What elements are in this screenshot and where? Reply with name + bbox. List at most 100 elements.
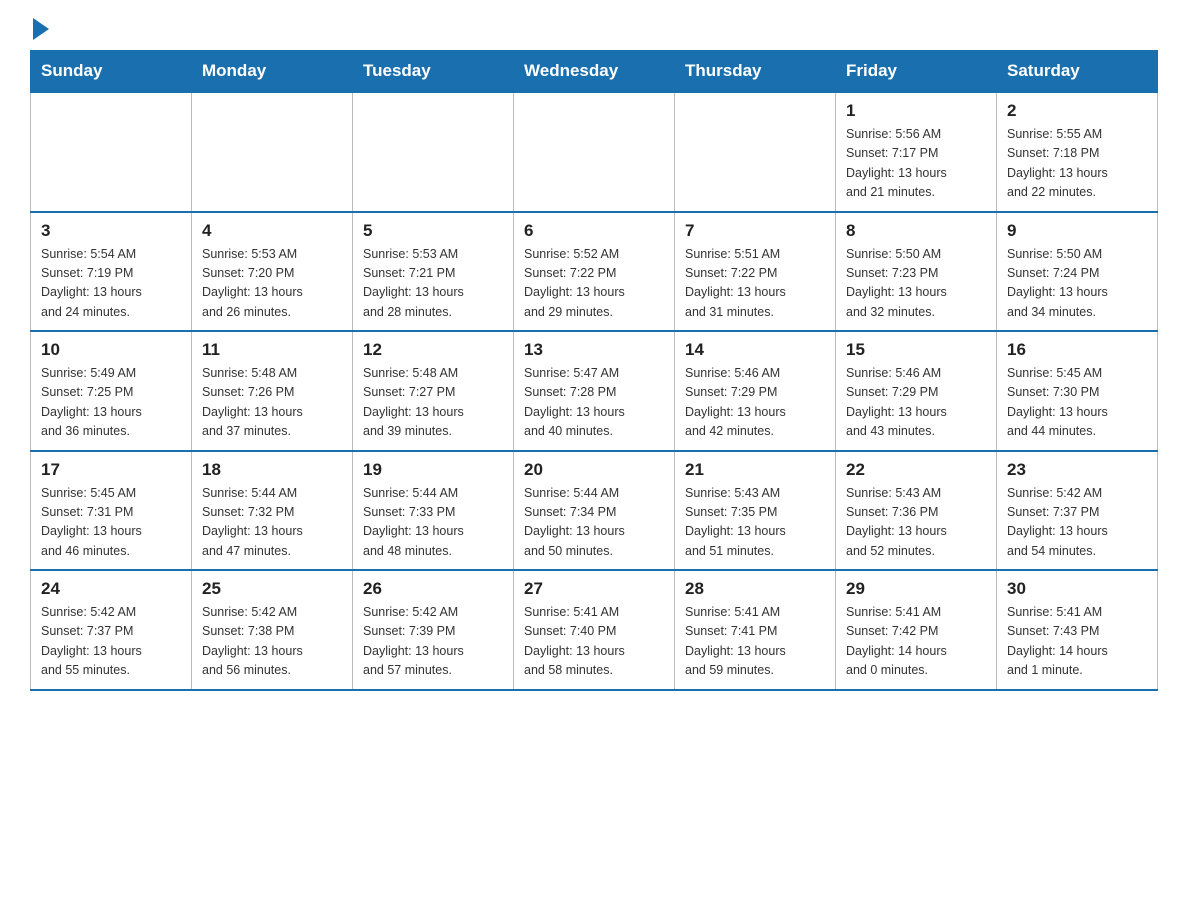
day-number: 3 bbox=[41, 221, 181, 241]
day-info: Sunrise: 5:42 AM Sunset: 7:37 PM Dayligh… bbox=[41, 603, 181, 681]
day-info: Sunrise: 5:44 AM Sunset: 7:33 PM Dayligh… bbox=[363, 484, 503, 562]
calendar-cell: 24 Sunrise: 5:42 AM Sunset: 7:37 PM Dayli… bbox=[31, 570, 192, 690]
calendar-cell bbox=[675, 92, 836, 212]
day-info: Sunrise: 5:47 AM Sunset: 7:28 PM Dayligh… bbox=[524, 364, 664, 442]
calendar-cell bbox=[192, 92, 353, 212]
day-number: 2 bbox=[1007, 101, 1147, 121]
calendar-cell: 8 Sunrise: 5:50 AM Sunset: 7:23 PM Daylig… bbox=[836, 212, 997, 332]
day-info: Sunrise: 5:50 AM Sunset: 7:23 PM Dayligh… bbox=[846, 245, 986, 323]
day-info: Sunrise: 5:43 AM Sunset: 7:35 PM Dayligh… bbox=[685, 484, 825, 562]
day-info: Sunrise: 5:53 AM Sunset: 7:20 PM Dayligh… bbox=[202, 245, 342, 323]
day-info: Sunrise: 5:51 AM Sunset: 7:22 PM Dayligh… bbox=[685, 245, 825, 323]
day-number: 4 bbox=[202, 221, 342, 241]
calendar-cell: 12 Sunrise: 5:48 AM Sunset: 7:27 PM Dayli… bbox=[353, 331, 514, 451]
day-number: 29 bbox=[846, 579, 986, 599]
calendar-cell: 5 Sunrise: 5:53 AM Sunset: 7:21 PM Daylig… bbox=[353, 212, 514, 332]
day-number: 13 bbox=[524, 340, 664, 360]
calendar-cell: 30 Sunrise: 5:41 AM Sunset: 7:43 PM Dayli… bbox=[997, 570, 1158, 690]
day-info: Sunrise: 5:49 AM Sunset: 7:25 PM Dayligh… bbox=[41, 364, 181, 442]
day-number: 30 bbox=[1007, 579, 1147, 599]
day-number: 27 bbox=[524, 579, 664, 599]
calendar-table: SundayMondayTuesdayWednesdayThursdayFrid… bbox=[30, 50, 1158, 691]
day-number: 28 bbox=[685, 579, 825, 599]
day-number: 22 bbox=[846, 460, 986, 480]
day-number: 5 bbox=[363, 221, 503, 241]
day-info: Sunrise: 5:42 AM Sunset: 7:39 PM Dayligh… bbox=[363, 603, 503, 681]
calendar-cell: 15 Sunrise: 5:46 AM Sunset: 7:29 PM Dayli… bbox=[836, 331, 997, 451]
day-number: 8 bbox=[846, 221, 986, 241]
calendar-cell: 26Sunrise: 5:42 AM Sunset: 7:39 PM Dayli… bbox=[353, 570, 514, 690]
day-number: 7 bbox=[685, 221, 825, 241]
day-number: 16 bbox=[1007, 340, 1147, 360]
calendar-cell: 7 Sunrise: 5:51 AM Sunset: 7:22 PM Daylig… bbox=[675, 212, 836, 332]
calendar-cell bbox=[514, 92, 675, 212]
calendar-cell: 6Sunrise: 5:52 AM Sunset: 7:22 PM Daylig… bbox=[514, 212, 675, 332]
day-info: Sunrise: 5:44 AM Sunset: 7:34 PM Dayligh… bbox=[524, 484, 664, 562]
calendar-cell: 11 Sunrise: 5:48 AM Sunset: 7:26 PM Dayli… bbox=[192, 331, 353, 451]
calendar-cell: 21Sunrise: 5:43 AM Sunset: 7:35 PM Dayli… bbox=[675, 451, 836, 571]
calendar-cell: 19 Sunrise: 5:44 AM Sunset: 7:33 PM Dayli… bbox=[353, 451, 514, 571]
day-info: Sunrise: 5:52 AM Sunset: 7:22 PM Dayligh… bbox=[524, 245, 664, 323]
day-info: Sunrise: 5:45 AM Sunset: 7:30 PM Dayligh… bbox=[1007, 364, 1147, 442]
logo bbox=[30, 20, 49, 40]
day-info: Sunrise: 5:44 AM Sunset: 7:32 PM Dayligh… bbox=[202, 484, 342, 562]
logo-arrow-icon bbox=[33, 18, 49, 40]
calendar-cell bbox=[353, 92, 514, 212]
weekday-header-friday: Friday bbox=[836, 51, 997, 93]
day-number: 20 bbox=[524, 460, 664, 480]
day-number: 1 bbox=[846, 101, 986, 121]
day-number: 12 bbox=[363, 340, 503, 360]
day-number: 23 bbox=[1007, 460, 1147, 480]
day-info: Sunrise: 5:41 AM Sunset: 7:43 PM Dayligh… bbox=[1007, 603, 1147, 681]
day-info: Sunrise: 5:55 AM Sunset: 7:18 PM Dayligh… bbox=[1007, 125, 1147, 203]
calendar-week-row: 3Sunrise: 5:54 AM Sunset: 7:19 PM Daylig… bbox=[31, 212, 1158, 332]
day-info: Sunrise: 5:45 AM Sunset: 7:31 PM Dayligh… bbox=[41, 484, 181, 562]
calendar-cell: 14 Sunrise: 5:46 AM Sunset: 7:29 PM Dayli… bbox=[675, 331, 836, 451]
calendar-cell: 3Sunrise: 5:54 AM Sunset: 7:19 PM Daylig… bbox=[31, 212, 192, 332]
day-info: Sunrise: 5:48 AM Sunset: 7:26 PM Dayligh… bbox=[202, 364, 342, 442]
day-info: Sunrise: 5:43 AM Sunset: 7:36 PM Dayligh… bbox=[846, 484, 986, 562]
page-header bbox=[30, 20, 1158, 40]
calendar-week-row: 1Sunrise: 5:56 AM Sunset: 7:17 PM Daylig… bbox=[31, 92, 1158, 212]
weekday-header-sunday: Sunday bbox=[31, 51, 192, 93]
day-info: Sunrise: 5:42 AM Sunset: 7:38 PM Dayligh… bbox=[202, 603, 342, 681]
day-number: 9 bbox=[1007, 221, 1147, 241]
day-number: 14 bbox=[685, 340, 825, 360]
calendar-cell: 18 Sunrise: 5:44 AM Sunset: 7:32 PM Dayli… bbox=[192, 451, 353, 571]
day-info: Sunrise: 5:50 AM Sunset: 7:24 PM Dayligh… bbox=[1007, 245, 1147, 323]
calendar-cell: 2 Sunrise: 5:55 AM Sunset: 7:18 PM Daylig… bbox=[997, 92, 1158, 212]
calendar-header: SundayMondayTuesdayWednesdayThursdayFrid… bbox=[31, 51, 1158, 93]
calendar-cell: 20 Sunrise: 5:44 AM Sunset: 7:34 PM Dayli… bbox=[514, 451, 675, 571]
day-info: Sunrise: 5:41 AM Sunset: 7:42 PM Dayligh… bbox=[846, 603, 986, 681]
calendar-cell: 25Sunrise: 5:42 AM Sunset: 7:38 PM Dayli… bbox=[192, 570, 353, 690]
weekday-header-thursday: Thursday bbox=[675, 51, 836, 93]
day-number: 24 bbox=[41, 579, 181, 599]
day-info: Sunrise: 5:48 AM Sunset: 7:27 PM Dayligh… bbox=[363, 364, 503, 442]
calendar-cell: 1Sunrise: 5:56 AM Sunset: 7:17 PM Daylig… bbox=[836, 92, 997, 212]
weekday-header-saturday: Saturday bbox=[997, 51, 1158, 93]
calendar-cell bbox=[31, 92, 192, 212]
day-info: Sunrise: 5:46 AM Sunset: 7:29 PM Dayligh… bbox=[685, 364, 825, 442]
calendar-cell: 16 Sunrise: 5:45 AM Sunset: 7:30 PM Dayli… bbox=[997, 331, 1158, 451]
weekday-header-tuesday: Tuesday bbox=[353, 51, 514, 93]
calendar-week-row: 24 Sunrise: 5:42 AM Sunset: 7:37 PM Dayli… bbox=[31, 570, 1158, 690]
calendar-cell: 4 Sunrise: 5:53 AM Sunset: 7:20 PM Daylig… bbox=[192, 212, 353, 332]
day-number: 18 bbox=[202, 460, 342, 480]
calendar-cell: 17 Sunrise: 5:45 AM Sunset: 7:31 PM Dayli… bbox=[31, 451, 192, 571]
calendar-cell: 9 Sunrise: 5:50 AM Sunset: 7:24 PM Daylig… bbox=[997, 212, 1158, 332]
day-info: Sunrise: 5:46 AM Sunset: 7:29 PM Dayligh… bbox=[846, 364, 986, 442]
day-number: 17 bbox=[41, 460, 181, 480]
day-info: Sunrise: 5:41 AM Sunset: 7:40 PM Dayligh… bbox=[524, 603, 664, 681]
day-number: 15 bbox=[846, 340, 986, 360]
calendar-cell: 10 Sunrise: 5:49 AM Sunset: 7:25 PM Dayli… bbox=[31, 331, 192, 451]
day-number: 10 bbox=[41, 340, 181, 360]
day-number: 19 bbox=[363, 460, 503, 480]
calendar-body: 1Sunrise: 5:56 AM Sunset: 7:17 PM Daylig… bbox=[31, 92, 1158, 690]
calendar-cell: 27 Sunrise: 5:41 AM Sunset: 7:40 PM Dayli… bbox=[514, 570, 675, 690]
calendar-cell: 23Sunrise: 5:42 AM Sunset: 7:37 PM Dayli… bbox=[997, 451, 1158, 571]
day-number: 11 bbox=[202, 340, 342, 360]
weekday-header-monday: Monday bbox=[192, 51, 353, 93]
calendar-week-row: 17 Sunrise: 5:45 AM Sunset: 7:31 PM Dayli… bbox=[31, 451, 1158, 571]
calendar-cell: 13 Sunrise: 5:47 AM Sunset: 7:28 PM Dayli… bbox=[514, 331, 675, 451]
day-info: Sunrise: 5:53 AM Sunset: 7:21 PM Dayligh… bbox=[363, 245, 503, 323]
